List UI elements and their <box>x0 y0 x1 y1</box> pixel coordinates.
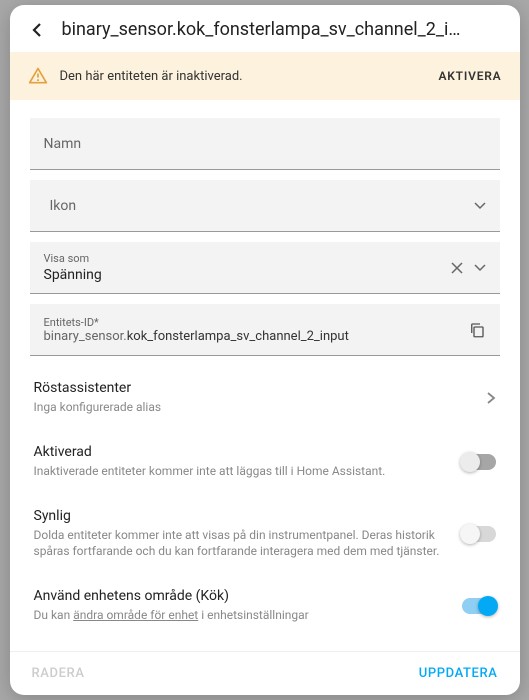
area-title: Använd enhetens område (Kök) <box>34 588 450 604</box>
enabled-title: Aktiverad <box>34 444 450 460</box>
activate-button[interactable]: AKTIVERA <box>438 69 501 83</box>
warning-icon <box>28 66 48 86</box>
voice-sub: Inga konfigurerade alias <box>34 399 474 416</box>
chevron-left-icon <box>32 22 42 38</box>
enabled-sub: Inaktiverade entiteter kommer inte att l… <box>34 463 450 480</box>
area-sub: Du kan ändra område för enhet i enhetsin… <box>34 607 450 624</box>
dialog-title: binary_sensor.kok_fonsterlampa_sv_channe… <box>62 19 502 40</box>
warning-text: Den här entiteten är inaktiverad. <box>60 69 427 84</box>
area-row: Använd enhetens område (Kök) Du kan ändr… <box>30 574 500 638</box>
voice-assistants-row[interactable]: Röstassistenter Inga konfigurerade alias <box>30 366 500 430</box>
dropdown-icon <box>474 202 486 210</box>
area-toggle[interactable] <box>462 598 496 614</box>
enabled-row: Aktiverad Inaktiverade entiteter kommer … <box>30 430 500 494</box>
entity-settings-dialog: binary_sensor.kok_fonsterlampa_sv_channe… <box>10 5 520 695</box>
show-as-label: Visa som <box>44 252 486 265</box>
show-as-field[interactable]: Visa som Spänning <box>30 242 500 294</box>
dialog-footer: RADERA UPPDATERA <box>10 651 520 695</box>
entity-id-label: Entitets-ID* <box>44 316 486 329</box>
dialog-header: binary_sensor.kok_fonsterlampa_sv_channe… <box>10 5 520 52</box>
entity-id-field[interactable]: Entitets-ID* binary_sensor.kok_fonsterla… <box>30 304 500 356</box>
back-button[interactable] <box>28 21 46 39</box>
clear-icon[interactable] <box>450 261 464 275</box>
name-label: Namn <box>44 136 486 152</box>
visible-toggle[interactable] <box>462 526 496 542</box>
copy-icon[interactable] <box>468 321 486 339</box>
update-button[interactable]: UPPDATERA <box>419 666 498 681</box>
icon-label: Ikon <box>50 198 486 214</box>
visible-sub: Dolda entiteter kommer inte att visas på… <box>34 527 450 561</box>
change-area-link[interactable]: ändra område för enhet <box>73 608 198 622</box>
enabled-toggle[interactable] <box>462 454 496 470</box>
entity-id-value: binary_sensor.kok_fonsterlampa_sv_channe… <box>44 329 486 344</box>
show-as-value: Spänning <box>44 267 486 283</box>
dialog-content: Namn Ikon Visa som Spänning Entitets-ID*… <box>10 100 520 651</box>
visible-title: Synlig <box>34 508 450 524</box>
warning-banner: Den här entiteten är inaktiverad. AKTIVE… <box>10 52 520 100</box>
dropdown-icon <box>474 264 486 272</box>
name-field[interactable]: Namn <box>30 118 500 170</box>
icon-field[interactable]: Ikon <box>30 180 500 232</box>
delete-button[interactable]: RADERA <box>32 666 85 681</box>
visible-row: Synlig Dolda entiteter kommer inte att v… <box>30 494 500 575</box>
chevron-right-icon <box>486 391 496 405</box>
voice-title: Röstassistenter <box>34 380 474 396</box>
